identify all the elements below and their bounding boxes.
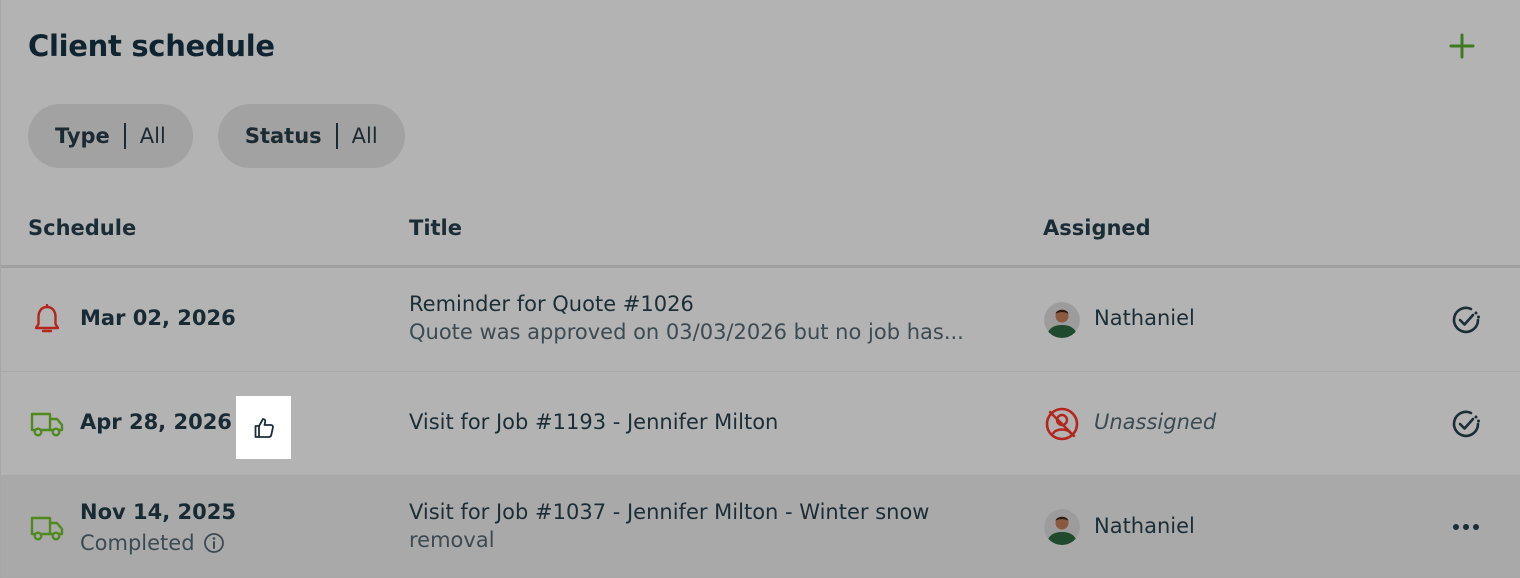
truck-icon [29,510,65,546]
schedule-date: Mar 02, 2026 [80,306,236,330]
status-filter-value: All [351,124,378,148]
check-circle-icon [1452,306,1480,334]
column-header-title[interactable]: Title [409,216,462,240]
column-header-schedule[interactable]: Schedule [28,216,136,240]
more-actions-button[interactable] [1446,507,1486,547]
page-title: Client schedule [28,29,275,63]
type-filter-value: All [139,124,166,148]
status-filter-label: Status [244,124,322,148]
schedule-date: Apr 28, 2026 [80,410,232,434]
schedule-date: Nov 14, 2025 [80,500,236,524]
thumbs-up-button[interactable] [236,396,291,459]
filter-bar: Type All Status All [28,104,405,168]
panel-header: Client schedule [28,26,1480,66]
row-title[interactable]: Visit for Job #1037 - Jennifer Milton - … [409,500,929,524]
truck-icon [29,406,65,442]
chip-divider [123,123,126,149]
mark-complete-button[interactable] [1446,300,1486,340]
plus-icon [1449,33,1475,59]
table-row[interactable]: Apr 28, 2026 Visit for Job #1193 - Jenni… [1,372,1520,476]
assignee-name: Nathaniel [1094,306,1195,330]
client-schedule-panel: Client schedule Type All Status All Sche… [0,0,1520,578]
row-subtitle: Quote was approved on 03/03/2026 but no … [409,320,964,344]
assignee-name: Unassigned [1094,410,1217,434]
bell-icon [29,302,65,338]
unassigned-icon [1044,406,1080,442]
table-header: Schedule Title Assigned [1,200,1520,268]
avatar [1044,509,1080,545]
more-icon [1453,524,1479,530]
table-row[interactable]: Nov 14, 2025 Completed Visit for Job #10… [1,476,1520,578]
info-icon[interactable] [203,532,225,554]
type-filter-chip[interactable]: Type All [28,104,193,168]
type-filter-label: Type [55,124,110,148]
assignee-name: Nathaniel [1094,514,1195,538]
row-title[interactable]: Visit for Job #1193 - Jennifer Milton [409,410,778,434]
mark-complete-button[interactable] [1446,404,1486,444]
schedule-status: Completed [80,531,225,555]
table-row[interactable]: Mar 02, 2026 Reminder for Quote #1026 Qu… [1,269,1520,372]
thumbs-up-icon [254,417,274,438]
row-title-continued: removal [409,528,495,552]
avatar [1044,302,1080,338]
status-text: Completed [80,531,195,555]
status-filter-chip[interactable]: Status All [217,104,405,168]
chip-divider [335,123,338,149]
check-circle-icon [1452,410,1480,438]
add-schedule-button[interactable] [1444,28,1480,64]
column-header-assigned[interactable]: Assigned [1043,216,1151,240]
row-title[interactable]: Reminder for Quote #1026 [409,292,694,316]
